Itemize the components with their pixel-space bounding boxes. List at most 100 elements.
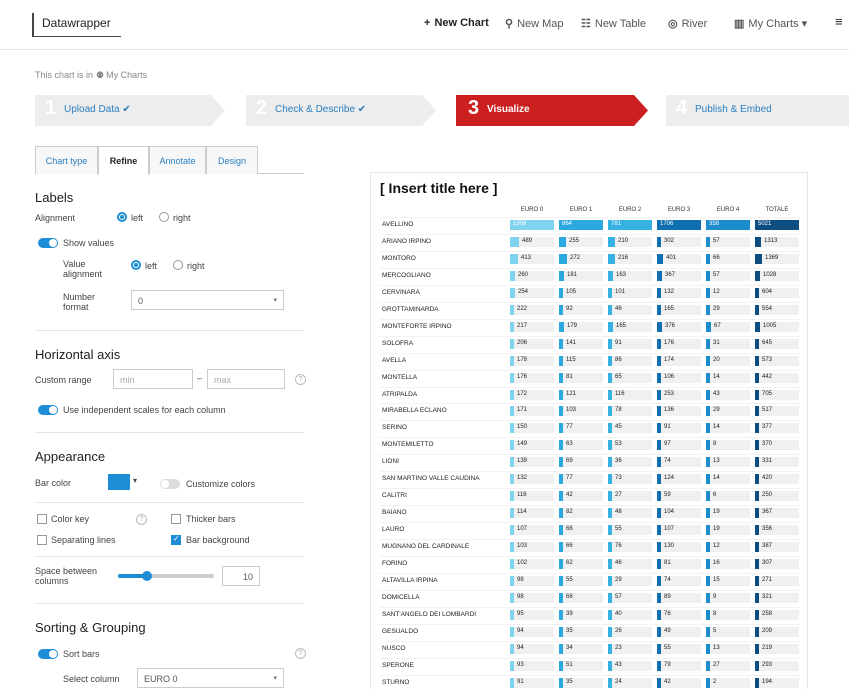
separating-lines-checkbox[interactable] xyxy=(37,535,47,545)
value-label: 66 xyxy=(566,543,573,550)
value-label: 219 xyxy=(762,644,773,651)
value-label: 216 xyxy=(618,254,629,261)
new-map-link[interactable]: ⚲ New Map xyxy=(505,17,564,30)
value-label: 14 xyxy=(713,475,720,482)
table-cell: 178 xyxy=(510,355,554,366)
help-icon[interactable]: ? xyxy=(295,374,306,385)
value-label: 51 xyxy=(566,661,573,668)
value-label: 81 xyxy=(566,373,573,380)
show-values-toggle[interactable] xyxy=(38,238,58,248)
value-label: 19 xyxy=(713,509,720,516)
range-min-input[interactable]: min xyxy=(113,369,193,389)
breadcrumb-folder[interactable]: My Charts xyxy=(106,70,147,80)
tab-design[interactable]: Design xyxy=(206,146,258,174)
bar xyxy=(657,253,663,264)
bar xyxy=(510,457,514,468)
bar-background xyxy=(559,321,603,332)
river-link[interactable]: ◎ River xyxy=(668,17,707,30)
independent-scales-toggle[interactable] xyxy=(38,405,58,415)
bar xyxy=(706,338,710,349)
help-icon[interactable]: ? xyxy=(136,514,147,525)
value-label: 272 xyxy=(570,254,581,261)
table-cell: 76 xyxy=(657,609,701,620)
table-cell: 255 xyxy=(559,236,603,247)
range-max-input[interactable]: max xyxy=(207,369,285,389)
chart-title[interactable]: [ Insert title here ] xyxy=(380,180,497,196)
table-cell: 31 xyxy=(706,338,750,349)
new-chart-link[interactable]: + New Chart xyxy=(424,17,489,29)
bar-background-checkbox[interactable] xyxy=(171,534,181,545)
value-label: 250 xyxy=(762,492,773,499)
datawrapper-logo[interactable]: Datawrapper xyxy=(32,13,121,37)
table-cell: 12 xyxy=(706,287,750,298)
new-table-link[interactable]: ☷ New Table xyxy=(581,17,646,30)
bar xyxy=(608,304,612,315)
step-upload-data[interactable]: 1 Upload Data ✔ xyxy=(35,95,225,126)
table-cell: 101 xyxy=(608,287,652,298)
value-label: 14 xyxy=(713,424,720,431)
row-label: SOLOFRA xyxy=(382,339,414,347)
value-alignment-right-radio[interactable] xyxy=(173,260,183,270)
my-charts-menu[interactable]: ▥ My Charts ▾ xyxy=(734,17,807,30)
value-label: 1313 xyxy=(764,237,778,244)
range-separator: – xyxy=(197,373,203,383)
table-cell: 19 xyxy=(706,525,750,536)
bar xyxy=(755,253,762,264)
bar-color-swatch[interactable] xyxy=(108,474,130,490)
hamburger-menu-icon[interactable]: ≡ xyxy=(835,14,843,29)
select-column-select[interactable]: EURO 0 ▾ xyxy=(137,668,284,688)
bar xyxy=(755,355,759,366)
divider xyxy=(35,330,304,331)
table-cell: 42 xyxy=(657,677,701,688)
thicker-bars-checkbox[interactable] xyxy=(171,514,181,524)
value-label: 217 xyxy=(517,322,528,329)
tab-refine[interactable]: Refine xyxy=(98,146,149,175)
table-cell: 442 xyxy=(755,372,799,383)
step-check-describe[interactable]: 2 Check & Describe ✔ xyxy=(246,95,436,126)
tab-annotate[interactable]: Annotate xyxy=(149,146,206,174)
table-cell: 91 xyxy=(510,677,554,688)
bar xyxy=(608,626,612,637)
bar xyxy=(657,474,661,485)
table-cell: 176 xyxy=(657,338,701,349)
table-cell: 43 xyxy=(706,389,750,400)
alignment-left-radio[interactable] xyxy=(117,212,127,222)
value-label: 209 xyxy=(762,627,773,634)
bar xyxy=(755,304,759,315)
help-icon[interactable]: ? xyxy=(295,648,306,659)
value-alignment-left-radio[interactable] xyxy=(131,260,141,270)
river-icon: ◎ xyxy=(668,18,678,30)
number-format-select[interactable]: 0 ▾ xyxy=(131,290,284,310)
bar xyxy=(657,457,661,468)
tab-chart-type[interactable]: Chart type xyxy=(35,146,98,174)
bar xyxy=(510,508,514,519)
customize-colors-toggle[interactable] xyxy=(160,479,180,489)
value-label: 5021 xyxy=(758,221,772,227)
bar xyxy=(608,236,615,247)
value-label: 132 xyxy=(517,475,528,482)
table-cell: 8 xyxy=(706,440,750,451)
space-between-input[interactable]: 10 xyxy=(222,566,260,586)
step-visualize[interactable]: 3 Visualize xyxy=(456,95,648,126)
table-cell: 136 xyxy=(657,406,701,417)
table-cell: 53 xyxy=(608,440,652,451)
value-label: 116 xyxy=(517,492,527,499)
slider-handle[interactable] xyxy=(141,571,152,581)
bar xyxy=(755,389,759,400)
table-cell: 194 xyxy=(755,677,799,688)
sort-bars-toggle[interactable] xyxy=(38,649,58,659)
color-key-checkbox[interactable] xyxy=(37,514,47,524)
row-label: LIONI xyxy=(382,458,399,466)
bar xyxy=(657,287,661,298)
row-label: CALITRI xyxy=(382,492,407,500)
bar xyxy=(608,423,612,434)
step-publish-embed[interactable]: 4 Publish & Embed xyxy=(666,95,849,126)
alignment-right-radio[interactable] xyxy=(159,212,169,222)
table-cell: 48 xyxy=(608,508,652,519)
value-label: 222 xyxy=(517,305,528,312)
bar-color-dropdown-icon[interactable]: ▾ xyxy=(133,476,137,485)
step-number: 1 xyxy=(45,97,57,119)
table-cell: 216 xyxy=(608,253,652,264)
value-label: 31 xyxy=(713,339,720,346)
value-label: 20 xyxy=(713,356,720,363)
